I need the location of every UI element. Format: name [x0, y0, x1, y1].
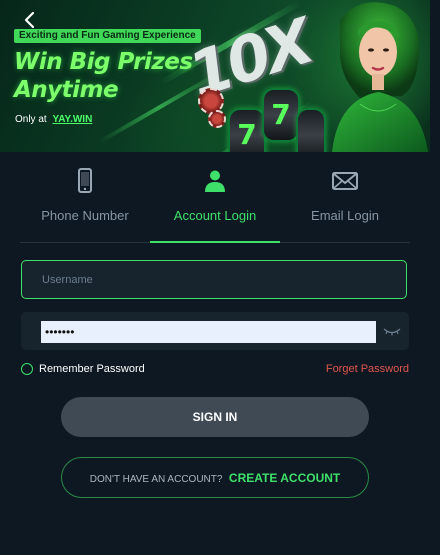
remember-password-label: Remember Password	[39, 363, 145, 375]
eye-closed-icon[interactable]	[383, 324, 401, 338]
banner-tagline: Exciting and Fun Gaming Experience	[14, 29, 201, 43]
tab-phone-number[interactable]: Phone Number	[20, 160, 150, 242]
password-input[interactable]	[41, 321, 376, 343]
back-arrow-icon[interactable]	[20, 10, 40, 30]
banner-title-line2: Anytime	[14, 77, 119, 103]
tab-phone-number-label: Phone Number	[41, 208, 129, 223]
casino-chip-icon	[208, 110, 226, 128]
login-method-tabs: Phone Number Account Login Email Login	[20, 160, 410, 243]
login-page: Exciting and Fun Gaming Experience Win B…	[0, 0, 440, 555]
password-field	[21, 312, 409, 350]
slot-reel-graphic: 7	[262, 88, 300, 142]
slot-reel-graphic: 7	[228, 108, 266, 152]
username-input[interactable]	[22, 261, 406, 298]
banner-title-line1: Win Big Prizes	[14, 49, 193, 75]
sign-in-button[interactable]: SIGN IN	[61, 397, 369, 437]
username-field	[21, 260, 407, 299]
banner-site-link[interactable]: YAY.WIN	[52, 114, 92, 125]
envelope-icon	[332, 172, 358, 190]
remember-password-radio[interactable]	[21, 363, 33, 375]
tab-account-login[interactable]: Account Login	[150, 160, 280, 243]
no-account-text: DON'T HAVE AN ACCOUNT?	[89, 474, 223, 485]
user-icon	[205, 170, 225, 192]
create-account-link[interactable]: CREATE ACCOUNT	[229, 471, 340, 485]
phone-icon	[78, 168, 92, 193]
forgot-password-link[interactable]: Forget Password	[326, 363, 409, 375]
banner-only-at: Only at YAY.WIN	[15, 113, 92, 127]
promo-banner: Exciting and Fun Gaming Experience Win B…	[0, 0, 430, 152]
tab-email-login[interactable]: Email Login	[280, 160, 410, 242]
create-account-button[interactable]: DON'T HAVE AN ACCOUNT? CREATE ACCOUNT	[61, 457, 369, 498]
banner-only-at-label: Only at	[15, 114, 47, 125]
banner-title: Win Big Prizes Anytime	[14, 48, 193, 104]
tab-account-login-label: Account Login	[173, 208, 257, 223]
promo-model-image	[332, 2, 428, 152]
tab-email-login-label: Email Login	[311, 208, 379, 223]
